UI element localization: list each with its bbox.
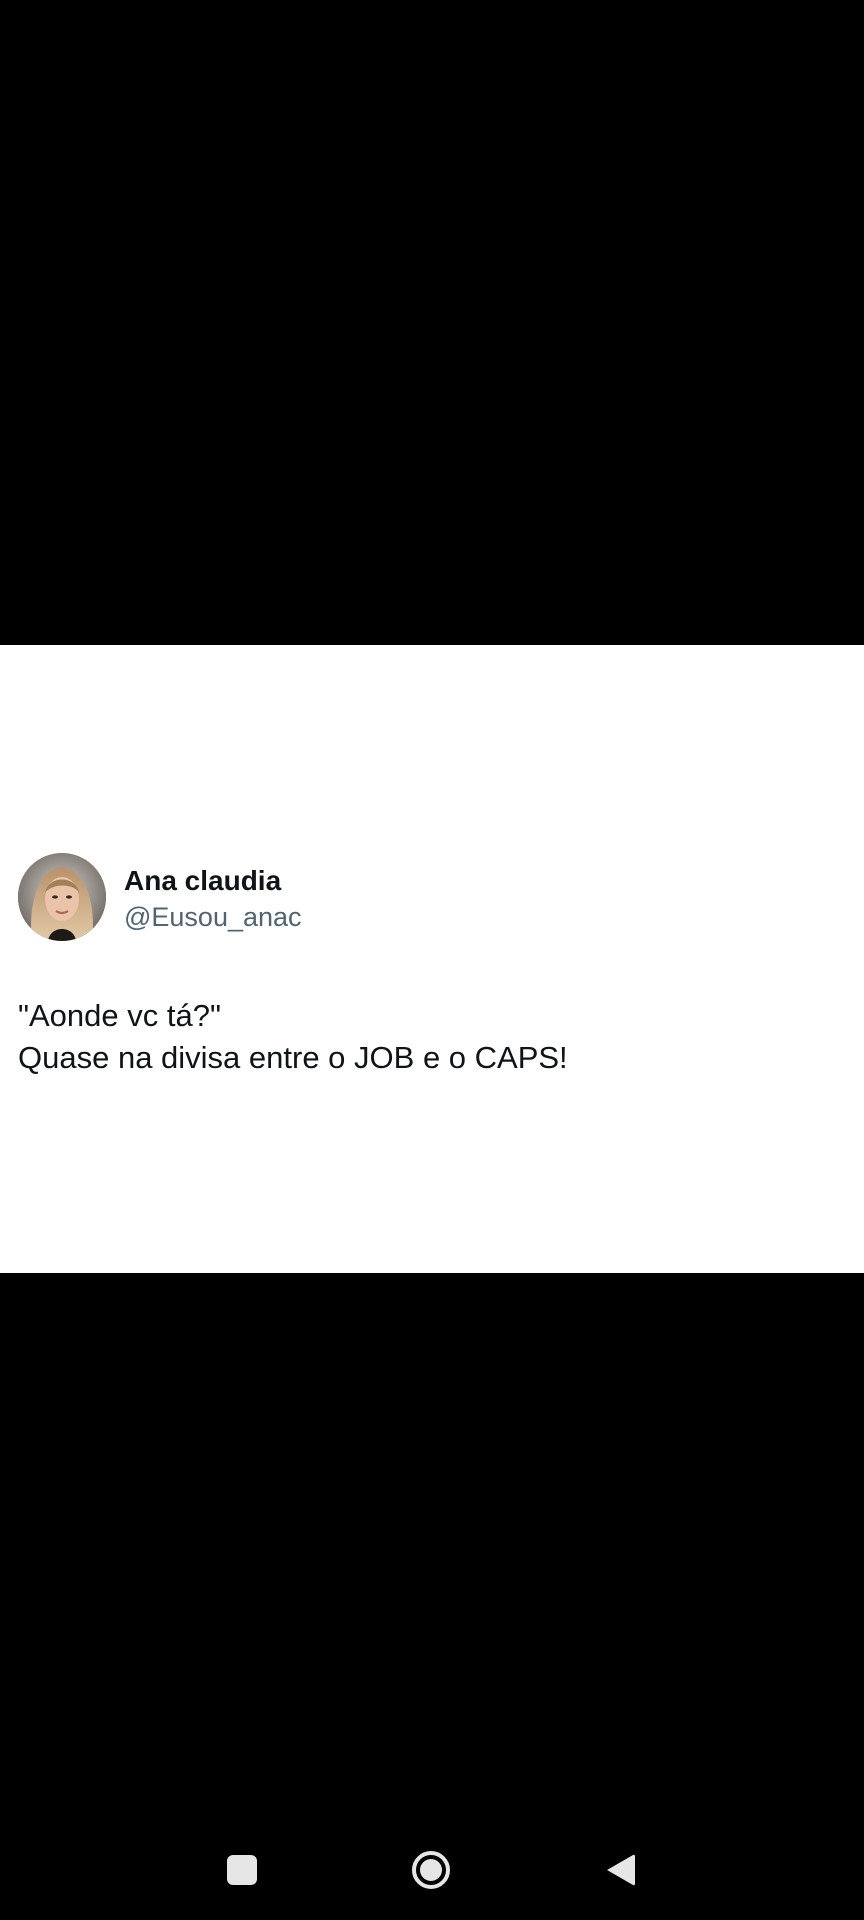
recents-square-icon — [227, 1855, 257, 1885]
tweet-text: "Aonde vc tá?" Quase na divisa entre o J… — [18, 995, 838, 1079]
home-button[interactable] — [403, 1842, 459, 1898]
tweet-line-1: "Aonde vc tá?" — [18, 998, 221, 1033]
tweet-line-2: Quase na divisa entre o JOB e o CAPS! — [18, 1040, 568, 1075]
display-name[interactable]: Ana claudia — [124, 865, 281, 897]
bottom-letterbox — [0, 1273, 864, 1820]
avatar-photo-icon — [18, 853, 106, 941]
system-navigation-bar — [0, 1820, 864, 1920]
user-handle[interactable]: @Eusou_anac — [124, 901, 302, 933]
back-button[interactable] — [592, 1842, 648, 1898]
back-triangle-icon — [607, 1854, 635, 1886]
avatar[interactable] — [18, 853, 106, 941]
home-circle-icon — [412, 1851, 450, 1889]
tweet-card: Ana claudia @Eusou_anac "Aonde vc tá?" Q… — [0, 645, 864, 1273]
top-letterbox — [0, 0, 864, 645]
screen: Ana claudia @Eusou_anac "Aonde vc tá?" Q… — [0, 0, 864, 1920]
recents-button[interactable] — [214, 1842, 270, 1898]
